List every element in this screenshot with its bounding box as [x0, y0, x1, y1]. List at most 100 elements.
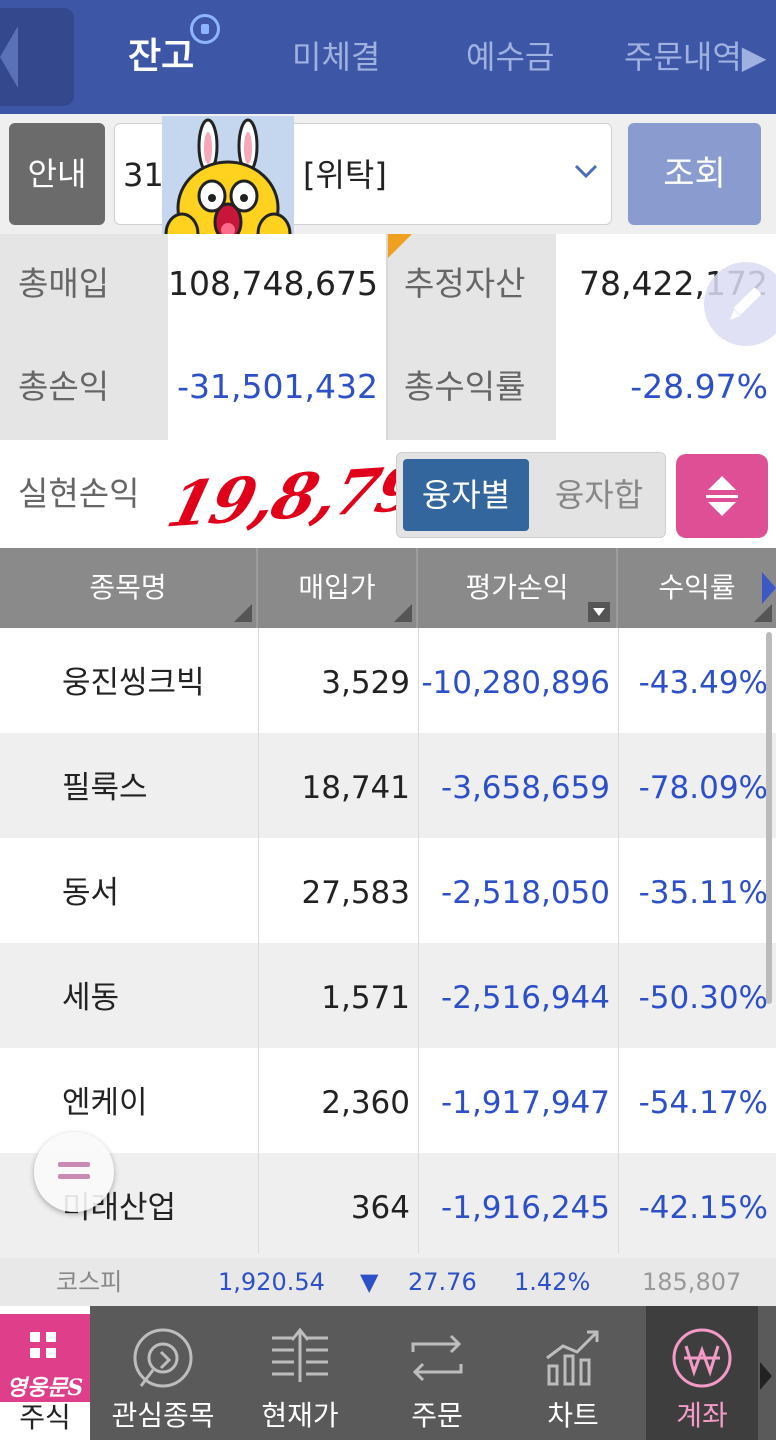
- total-return-value: -28.97%: [556, 334, 776, 440]
- table-row[interactable]: 동서 27,583 -2,518,050 -35.11%: [0, 838, 776, 943]
- holdings-table-header: 종목명 매입가 평가손익 수익률: [0, 548, 776, 628]
- sort-corner-icon: [754, 604, 772, 622]
- tab-balance[interactable]: 잔고: [128, 30, 194, 84]
- return-rate: -35.11%: [638, 875, 768, 911]
- query-button[interactable]: 조회: [628, 123, 761, 225]
- stock-name: 필룩스: [62, 770, 148, 806]
- purchase-price: 3,529: [321, 665, 410, 701]
- loan-toggle: 융자별 융자합: [396, 452, 666, 538]
- purchase-price: 18,741: [301, 770, 410, 806]
- loan-sum-button[interactable]: 융자합: [537, 459, 661, 531]
- table-row[interactable]: 엔케이 2,360 -1,917,947 -54.17%: [0, 1048, 776, 1153]
- bottom-navigation: 영웅문S 주식 관심종목 현재가 주문 차트 계좌: [0, 1306, 776, 1440]
- purchase-price: 27,583: [301, 875, 410, 911]
- est-assets-label: 추정자산: [388, 234, 556, 334]
- nav-label: 현재가: [261, 1399, 339, 1432]
- eval-pl: -1,916,245: [441, 1190, 610, 1226]
- chart-icon: [546, 1330, 599, 1386]
- chevron-down-icon: [574, 164, 598, 179]
- total-return-label: 총수익률: [388, 334, 556, 440]
- return-rate: -50.30%: [638, 980, 768, 1016]
- sort-descending-icon: [588, 602, 610, 622]
- column-header-rate[interactable]: 수익률: [618, 548, 776, 628]
- tab-deposit[interactable]: 예수금: [466, 30, 554, 84]
- eval-pl: -2,516,944: [441, 980, 610, 1016]
- nav-account[interactable]: 계좌: [646, 1306, 758, 1440]
- market-ticker[interactable]: 코스피 1,920.54 ▼ 27.76 1.42% 185,807: [0, 1258, 776, 1306]
- nav-label: 계좌: [676, 1399, 728, 1432]
- return-rate: -78.09%: [638, 770, 768, 806]
- nav-watchlist[interactable]: 관심종목: [96, 1306, 230, 1440]
- balance-summary: 총매입 108,748,675 추정자산 78,422,172 총손익 -31,…: [0, 234, 776, 548]
- nav-stock[interactable]: 영웅문S 주식: [0, 1306, 90, 1440]
- down-arrow-icon: ▼: [360, 1268, 379, 1296]
- ticker-percent: 1.42%: [514, 1268, 591, 1296]
- total-pl-value: -31,501,432: [168, 334, 386, 440]
- ticker-index-name: 코스피: [56, 1268, 123, 1296]
- column-divider: [418, 628, 419, 1254]
- purchase-price: 364: [350, 1190, 410, 1226]
- won-icon: [672, 1328, 732, 1388]
- column-divider: [618, 628, 619, 1254]
- account-row: 안내 31 [위탁] 조회: [0, 114, 776, 234]
- app-brand-tile: 영웅문S: [0, 1314, 90, 1402]
- menu-icon: [58, 1174, 90, 1179]
- stock-name: 세동: [62, 980, 120, 1016]
- column-divider: [258, 628, 259, 1254]
- top-tab-bar: 잔고 미체결 예수금 주문내역▶: [0, 0, 776, 114]
- sort-corner-icon: [394, 604, 412, 622]
- tab-order-history[interactable]: 주문내역▶: [624, 30, 766, 84]
- account-type: [위탁]: [303, 156, 387, 194]
- total-purchase-value: 108,748,675: [168, 234, 386, 334]
- column-header-price[interactable]: 매입가: [258, 548, 418, 628]
- nav-label: 주식: [19, 1401, 71, 1434]
- handwritten-annotation: 19,8,79: [160, 440, 429, 548]
- menu-floating-button[interactable]: [34, 1132, 114, 1212]
- eval-pl: -1,917,947: [441, 1085, 610, 1121]
- return-rate: -54.17%: [638, 1085, 768, 1121]
- nav-more-arrow-icon[interactable]: [760, 1362, 772, 1390]
- stock-name: 웅진씽크빅: [62, 665, 205, 701]
- guide-button[interactable]: 안내: [9, 123, 105, 225]
- info-corner-marker: [388, 234, 412, 258]
- table-row[interactable]: 미래산업 364 -1,916,245 -42.15%: [0, 1153, 776, 1258]
- column-header-name[interactable]: 종목명: [0, 548, 258, 628]
- nav-label: 주문: [411, 1399, 463, 1432]
- handwritten-text: 19,8,79: [160, 451, 429, 542]
- loan-by-loan-button[interactable]: 융자별: [403, 459, 529, 531]
- sort-corner-icon: [234, 604, 252, 622]
- nav-order[interactable]: 주문: [370, 1306, 504, 1440]
- ticker-volume: 185,807: [642, 1268, 742, 1296]
- ticker-change: 27.76: [408, 1268, 477, 1296]
- notification-badge-icon: [190, 14, 220, 44]
- pencil-icon: [730, 287, 761, 320]
- column-divider: [386, 234, 388, 440]
- table-row[interactable]: 필룩스 18,741 -3,658,659 -78.09%: [0, 733, 776, 838]
- table-row[interactable]: 웅진씽크빅 3,529 -10,280,896 -43.49%: [0, 628, 776, 733]
- return-rate: -43.49%: [638, 665, 768, 701]
- grid-icon: [30, 1332, 58, 1360]
- eval-pl: -10,280,896: [421, 665, 610, 701]
- account-number: 31: [123, 156, 164, 194]
- purchase-price: 1,571: [321, 980, 410, 1016]
- expand-collapse-button[interactable]: [676, 454, 768, 538]
- ticker-index-value: 1,920.54: [218, 1268, 325, 1296]
- back-button[interactable]: [0, 8, 74, 106]
- nav-current-price[interactable]: 현재가: [236, 1306, 364, 1440]
- realized-pl-label: 실현손익: [0, 440, 168, 548]
- current-price-icon: [272, 1327, 328, 1382]
- eval-pl: -3,658,659: [441, 770, 610, 806]
- order-icon: [411, 1334, 463, 1382]
- table-row[interactable]: 세동 1,571 -2,516,944 -50.30%: [0, 943, 776, 1048]
- holdings-table-body: 웅진씽크빅 3,529 -10,280,896 -43.49% 필룩스 18,7…: [0, 628, 776, 1258]
- next-columns-arrow-icon[interactable]: [762, 572, 776, 604]
- nav-label: 관심종목: [111, 1399, 215, 1432]
- return-rate: -42.15%: [638, 1190, 768, 1226]
- expand-arrows-icon: [706, 476, 738, 516]
- column-header-pl[interactable]: 평가손익: [418, 548, 618, 628]
- purchase-price: 2,360: [321, 1085, 410, 1121]
- tab-unfilled[interactable]: 미체결: [292, 30, 380, 84]
- nav-chart[interactable]: 차트: [508, 1306, 638, 1440]
- table-scrollbar[interactable]: [766, 632, 772, 1004]
- total-purchase-label: 총매입: [0, 234, 168, 334]
